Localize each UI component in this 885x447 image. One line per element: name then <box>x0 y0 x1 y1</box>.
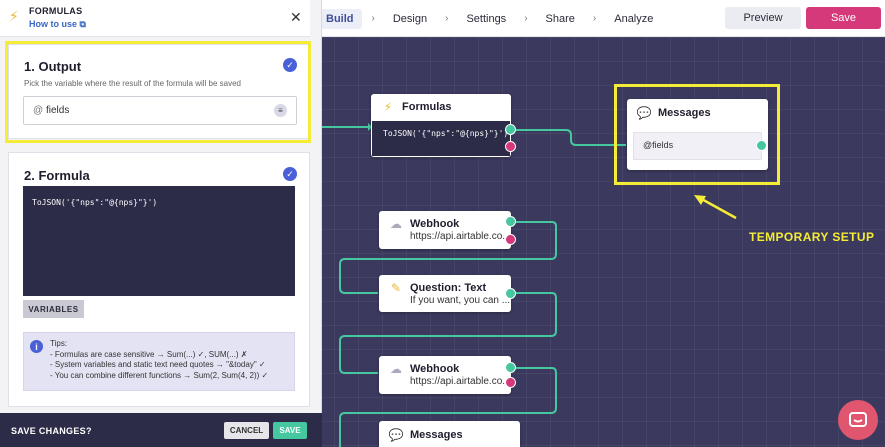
variables-button[interactable]: VARIABLES <box>23 300 84 318</box>
node-question-text[interactable]: ✎ Question: Text If you want, you can ..… <box>379 275 516 312</box>
chevron-right-icon: › <box>371 13 375 24</box>
chevron-right-icon: › <box>592 13 597 24</box>
highlight-box-messages <box>614 84 780 185</box>
external-link-icon: ⧉ <box>79 19 86 29</box>
output-port-error[interactable] <box>505 234 516 245</box>
lightning-icon: ⚡ <box>383 100 393 114</box>
how-to-use-link[interactable]: How to use ⧉ <box>29 19 86 30</box>
node-question-preview: If you want, you can ... <box>410 295 511 306</box>
step-analyze[interactable]: Analyze <box>606 9 661 29</box>
node-formulas[interactable]: ⚡ Formulas ToJSON('{"nps":"@{nps}"}') <box>371 94 516 157</box>
node-webhook[interactable]: ☁ Webhook https://api.airtable.co... <box>379 356 516 394</box>
step-build[interactable]: Build <box>318 8 362 29</box>
save-changes-button[interactable]: SAVE <box>273 422 307 439</box>
chevron-right-icon: › <box>445 13 449 24</box>
output-port-success[interactable] <box>505 124 516 135</box>
tip-line: - Formulas are case sensitive → Sum(...)… <box>50 349 248 359</box>
chat-icon <box>849 412 867 427</box>
note-pencil-icon: ✎ <box>390 280 402 295</box>
save-button[interactable]: Save <box>806 7 881 29</box>
output-port-success[interactable] <box>505 362 516 373</box>
output-port-success[interactable] <box>505 288 516 299</box>
formula-editor[interactable]: ToJSON('{"nps":"@{nps}"}') <box>23 186 295 296</box>
info-icon: i <box>30 340 43 353</box>
highlight-box-output <box>5 41 311 143</box>
output-port-success[interactable] <box>505 216 516 227</box>
chevron-right-icon: › <box>524 13 528 24</box>
tips-box: i Tips: - Formulas are case sensitive → … <box>23 332 295 391</box>
save-changes-bar: SAVE CHANGES? CANCEL SAVE <box>0 413 322 447</box>
cloud-icon: ☁ <box>390 361 402 376</box>
annotation-label: TEMPORARY SETUP <box>749 230 875 244</box>
cancel-button[interactable]: CANCEL <box>224 422 269 439</box>
tip-line: - You can combine different functions → … <box>50 370 269 380</box>
step-share[interactable]: Share <box>538 9 583 29</box>
close-icon[interactable]: ✕ <box>290 9 302 26</box>
node-url: https://api.airtable.co... <box>410 376 511 387</box>
step-settings[interactable]: Settings <box>458 9 514 29</box>
output-port-error[interactable] <box>505 377 516 388</box>
formula-heading: 2. Formula <box>24 168 90 183</box>
tip-line: - System variables and static text need … <box>50 360 266 369</box>
preview-button[interactable]: Preview <box>725 7 801 29</box>
node-title: Question: Text <box>410 281 487 294</box>
cloud-icon: ☁ <box>390 216 402 231</box>
node-title: Formulas <box>402 101 452 113</box>
panel-header: ⚡ FORMULAS How to use ⧉ ✕ <box>0 0 310 37</box>
chat-widget-button[interactable] <box>838 400 878 440</box>
node-formula-preview: ToJSON('{"nps":"@{nps}"}') <box>372 121 510 156</box>
how-to-use-label: How to use <box>29 19 78 29</box>
save-changes-label: SAVE CHANGES? <box>11 426 92 436</box>
chat-bubble-icon: 💬 <box>388 428 404 442</box>
node-webhook[interactable]: ☁ Webhook https://api.airtable.co... <box>379 211 516 249</box>
check-icon: ✓ <box>283 167 297 181</box>
tips-title: Tips: <box>50 339 68 348</box>
node-title: Webhook <box>410 362 460 375</box>
panel-title: FORMULAS <box>29 6 83 16</box>
formulas-panel: ⚡ FORMULAS How to use ⧉ ✕ 1. Output ✓ Pi… <box>0 0 322 447</box>
node-url: https://api.airtable.co... <box>410 231 511 242</box>
node-title: Messages <box>410 429 463 441</box>
lightning-icon: ⚡ <box>9 8 19 24</box>
node-title: Webhook <box>410 217 460 230</box>
output-port-error[interactable] <box>505 141 516 152</box>
step-design[interactable]: Design <box>385 9 435 29</box>
node-messages[interactable]: 💬 Messages <box>379 421 520 447</box>
builder-steps: Build › Design › Settings › Share › Anal… <box>318 0 661 37</box>
